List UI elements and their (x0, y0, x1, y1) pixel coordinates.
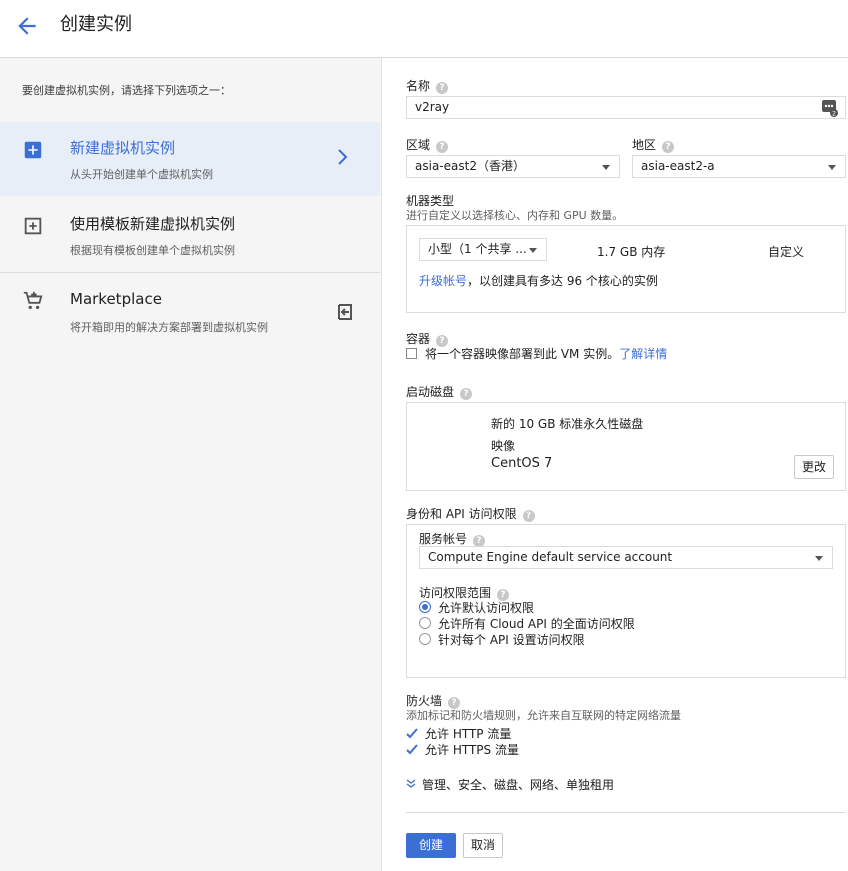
radio-selected[interactable] (419, 601, 431, 613)
scope-option-default[interactable]: 允许默认访问权限 (419, 599, 534, 616)
change-disk-button[interactable]: 更改 (794, 455, 834, 479)
option-subtitle: 从头开始创建单个虚拟机实例 (70, 168, 213, 181)
name-input[interactable]: v2ray 2 (406, 96, 846, 119)
divider (0, 272, 380, 273)
instance-form: 名称? v2ray 2 区域? asia-east2（香港） 地区? asia-… (383, 58, 848, 871)
allow-https-row[interactable]: 允许 HTTPS 流量 (406, 741, 519, 758)
firewall-desc: 添加标记和防火墙规则，允许来自互联网的特定网络流量 (406, 709, 681, 722)
create-button[interactable]: 创建 (406, 833, 456, 858)
page-title: 创建实例 (60, 14, 132, 35)
help-icon[interactable]: ? (662, 141, 675, 153)
image-value: CentOS 7 (491, 456, 553, 471)
boot-disk-desc: 新的 10 GB 标准永久性磁盘 (491, 417, 644, 431)
back-arrow-icon[interactable] (14, 13, 40, 39)
https-checkbox[interactable] (406, 744, 418, 755)
radio-unselected[interactable] (419, 617, 431, 629)
help-icon[interactable]: ? (522, 510, 535, 522)
image-label: 映像 (491, 439, 516, 453)
divider (406, 812, 846, 813)
dropdown-caret-icon (815, 556, 823, 561)
upgrade-account-link[interactable]: 升级帐号 (419, 274, 467, 288)
container-checkbox-row[interactable]: 将一个容器映像部署到此 VM 实例。了解详情 (406, 345, 667, 362)
cart-icon (23, 291, 43, 310)
dropdown-caret-icon (529, 248, 537, 253)
identity-box: 服务帐号? Compute Engine default service acc… (406, 524, 846, 678)
help-icon[interactable]: ? (436, 82, 449, 94)
zone-label: 地区? (632, 136, 675, 153)
add-box-icon (24, 141, 42, 159)
help-icon[interactable]: ? (460, 388, 473, 400)
region-label: 区域? (406, 136, 449, 153)
chevron-right-icon (338, 149, 348, 165)
cancel-button[interactable]: 取消 (463, 833, 503, 858)
advanced-options-toggle[interactable]: 管理、安全、磁盘、网络、单独租用 (406, 776, 614, 793)
customize-link[interactable]: 自定义 (768, 243, 804, 260)
name-label: 名称? (406, 77, 449, 94)
option-title: 新建虚拟机实例 (70, 139, 176, 157)
check-icon (406, 744, 418, 755)
scope-option-per-api[interactable]: 针对每个 API 设置访问权限 (419, 631, 585, 648)
options-prompt: 要创建虚拟机实例，请选择下列选项之一： (22, 84, 231, 97)
dropdown-caret-icon (828, 165, 836, 170)
learn-more-link[interactable]: 了解详情 (619, 347, 667, 361)
template-icon (24, 217, 42, 235)
create-options-panel: 要创建虚拟机实例，请选择下列选项之一： 新建虚拟机实例 从头开始创建单个虚拟机实… (0, 58, 382, 871)
http-checkbox[interactable] (406, 728, 418, 739)
svg-text:2: 2 (832, 111, 836, 118)
radio-unselected[interactable] (419, 633, 431, 645)
boot-disk-label: 启动磁盘? (406, 383, 473, 400)
memory-value: 1.7 GB 内存 (597, 245, 666, 259)
dropdown-caret-icon (602, 165, 610, 170)
double-chevron-down-icon (406, 779, 416, 788)
option-subtitle: 将开箱即用的解决方案部署到虚拟机实例 (70, 321, 268, 334)
option-from-template[interactable]: 使用模板新建虚拟机实例 根据现有模板创建单个虚拟机实例 (0, 198, 380, 272)
service-account-label: 服务帐号? (419, 530, 486, 547)
machine-type-select[interactable]: 小型（1 个共享 ... (419, 238, 547, 261)
boot-disk-box: 新的 10 GB 标准永久性磁盘 映像 CentOS 7 更改 (406, 402, 846, 491)
open-external-icon (338, 304, 352, 320)
check-icon (406, 728, 418, 739)
machine-type-desc: 进行自定义以选择核心、内存和 GPU 数量。 (406, 209, 624, 222)
allow-http-row[interactable]: 允许 HTTP 流量 (406, 725, 511, 742)
help-icon[interactable]: ? (436, 141, 449, 153)
identity-label: 身份和 API 访问权限? (406, 505, 535, 522)
service-account-select[interactable]: Compute Engine default service account (419, 546, 833, 569)
header: 创建实例 (0, 0, 848, 58)
option-title: Marketplace (70, 290, 162, 308)
container-checkbox[interactable] (406, 348, 417, 359)
option-subtitle: 根据现有模板创建单个虚拟机实例 (70, 244, 235, 257)
option-new-vm-instance[interactable]: 新建虚拟机实例 从头开始创建单个虚拟机实例 (0, 122, 380, 196)
machine-type-box: 小型（1 个共享 ... 1.7 GB 内存 自定义 升级帐号，以创建具有多达 … (406, 225, 846, 313)
option-marketplace[interactable]: Marketplace 将开箱即用的解决方案部署到虚拟机实例 (0, 276, 380, 350)
option-title: 使用模板新建虚拟机实例 (70, 215, 236, 233)
autofill-key-icon: 2 (822, 100, 838, 118)
zone-select[interactable]: asia-east2-a (632, 155, 846, 178)
upgrade-row: 升级帐号，以创建具有多达 96 个核心的实例 (419, 274, 658, 288)
region-select[interactable]: asia-east2（香港） (406, 155, 620, 178)
scope-option-full[interactable]: 允许所有 Cloud API 的全面访问权限 (419, 615, 635, 632)
